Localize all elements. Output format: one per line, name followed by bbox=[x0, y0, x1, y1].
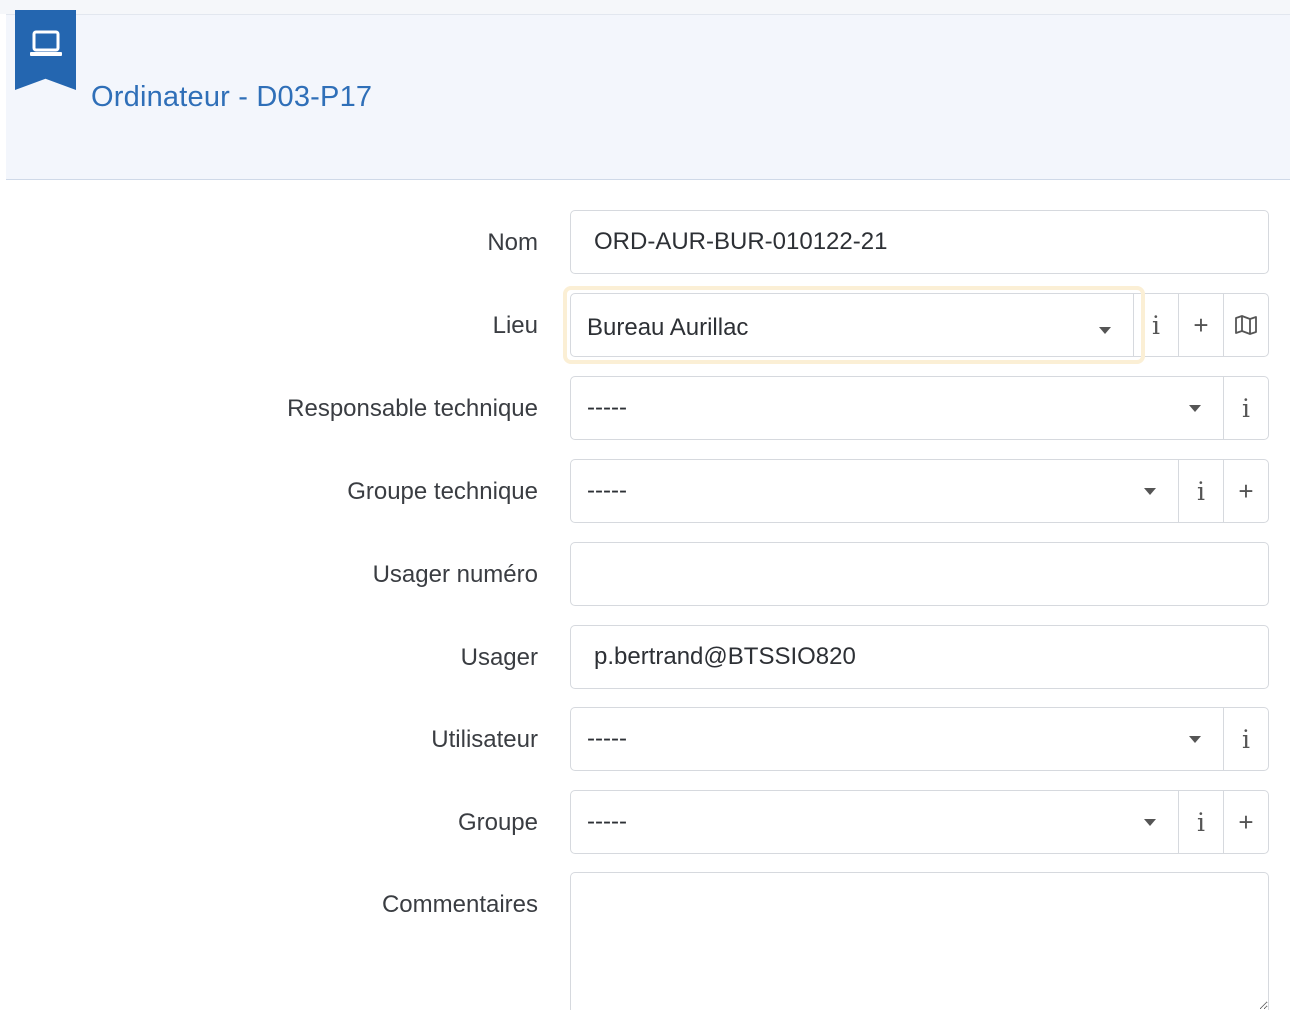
lieu-value: Bureau Aurillac bbox=[587, 314, 749, 341]
groupe-field: ----- i + bbox=[570, 790, 1269, 854]
lieu-info-button[interactable]: i bbox=[1133, 294, 1178, 356]
map-icon bbox=[1235, 315, 1257, 335]
nom-input[interactable]: ORD-AUR-BUR-010122-21 bbox=[570, 210, 1269, 274]
groupe-technique-add-button[interactable]: + bbox=[1223, 460, 1268, 522]
utilisateur-label: Utilisateur bbox=[431, 726, 538, 753]
responsable-technique-info-button[interactable]: i bbox=[1223, 377, 1268, 439]
utilisateur-info-button[interactable]: i bbox=[1223, 708, 1268, 770]
utilisateur-field: ----- i bbox=[570, 707, 1269, 771]
chevron-down-icon bbox=[1099, 327, 1111, 334]
chevron-down-icon bbox=[1189, 736, 1201, 743]
groupe-select[interactable]: ----- bbox=[571, 791, 1178, 853]
chevron-down-icon bbox=[1189, 405, 1201, 412]
responsable-technique-label: Responsable technique bbox=[287, 395, 538, 422]
groupe-technique-value: ----- bbox=[587, 477, 627, 504]
info-icon: i bbox=[1152, 310, 1160, 340]
plus-icon: + bbox=[1193, 309, 1209, 340]
usager-label: Usager bbox=[460, 644, 538, 671]
responsable-technique-select[interactable]: ----- bbox=[571, 377, 1223, 439]
groupe-technique-field: ----- i + bbox=[570, 459, 1269, 523]
groupe-label: Groupe bbox=[457, 809, 538, 836]
groupe-technique-select[interactable]: ----- bbox=[571, 460, 1178, 522]
usager-numero-input[interactable] bbox=[570, 542, 1269, 606]
lieu-select[interactable]: Bureau Aurillac bbox=[571, 294, 1133, 356]
chevron-down-icon bbox=[1144, 488, 1156, 495]
groupe-add-button[interactable]: + bbox=[1223, 791, 1268, 853]
lieu-field: Bureau Aurillac i + bbox=[570, 293, 1269, 357]
usager-input[interactable]: p.bertrand@BTSSIO820 bbox=[570, 625, 1269, 689]
top-strip bbox=[0, 0, 1290, 14]
info-icon: i bbox=[1242, 724, 1250, 754]
groupe-value: ----- bbox=[587, 808, 627, 835]
page-title: Ordinateur - D03-P17 bbox=[91, 81, 373, 113]
usager-numero-label: Usager numéro bbox=[372, 561, 538, 588]
responsable-technique-field: ----- i bbox=[570, 376, 1269, 440]
chevron-down-icon bbox=[1144, 819, 1156, 826]
usager-value: p.bertrand@BTSSIO820 bbox=[594, 643, 856, 670]
groupe-technique-info-button[interactable]: i bbox=[1178, 460, 1223, 522]
item-type-ribbon bbox=[15, 10, 76, 90]
lieu-add-button[interactable]: + bbox=[1178, 294, 1223, 356]
usager-numero-value bbox=[571, 543, 594, 605]
groupe-info-button[interactable]: i bbox=[1178, 791, 1223, 853]
commentaires-textarea[interactable] bbox=[570, 872, 1269, 1010]
info-icon: i bbox=[1197, 476, 1205, 506]
nom-value: ORD-AUR-BUR-010122-21 bbox=[594, 228, 888, 255]
groupe-technique-label: Groupe technique bbox=[347, 478, 538, 505]
plus-icon: + bbox=[1238, 475, 1254, 506]
laptop-icon bbox=[30, 30, 62, 56]
lieu-label: Lieu bbox=[492, 312, 538, 339]
responsable-technique-value: ----- bbox=[587, 394, 627, 421]
nom-label: Nom bbox=[487, 229, 538, 256]
info-icon: i bbox=[1197, 807, 1205, 837]
lieu-map-button[interactable] bbox=[1223, 294, 1268, 356]
info-icon: i bbox=[1242, 393, 1250, 423]
plus-icon: + bbox=[1238, 806, 1254, 837]
utilisateur-select[interactable]: ----- bbox=[571, 708, 1223, 770]
commentaires-label: Commentaires bbox=[381, 891, 538, 918]
page-header: Ordinateur - D03-P17 bbox=[6, 10, 1290, 180]
utilisateur-value: ----- bbox=[587, 725, 627, 752]
